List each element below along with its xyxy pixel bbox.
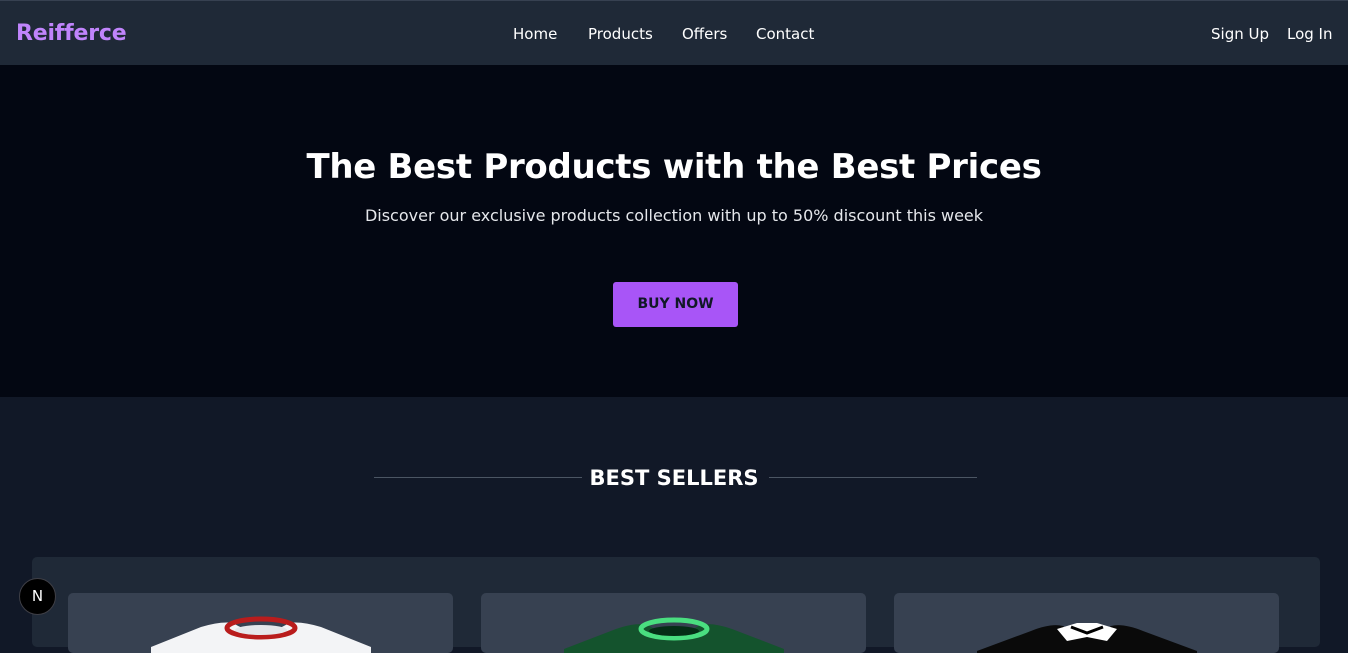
best-sellers-title: BEST SELLERS bbox=[589, 466, 759, 490]
brand-logo[interactable]: Reifferce bbox=[16, 19, 127, 49]
white-tshirt-red-collar-icon bbox=[150, 616, 371, 653]
product-card[interactable] bbox=[894, 593, 1279, 653]
nav-link-products[interactable]: Products bbox=[588, 24, 653, 44]
n-badge-button[interactable]: N bbox=[19, 578, 56, 615]
best-sellers-divider-right bbox=[769, 477, 977, 478]
green-tshirt-neon-collar-icon bbox=[563, 617, 784, 653]
nav-link-offers[interactable]: Offers bbox=[682, 24, 727, 44]
hero-title: The Best Products with the Best Prices bbox=[306, 147, 1042, 187]
buy-now-button[interactable]: BUY NOW bbox=[613, 282, 738, 327]
hero-subtitle: Discover our exclusive products collecti… bbox=[364, 206, 984, 225]
nav-link-contact[interactable]: Contact bbox=[756, 24, 814, 44]
hero-section: The Best Products with the Best Prices D… bbox=[0, 65, 1348, 397]
navbar: Reifferce Home Products Offers Contact S… bbox=[0, 0, 1348, 65]
nav-link-home[interactable]: Home bbox=[513, 24, 557, 44]
black-white-tshirt-icon bbox=[976, 623, 1197, 653]
product-card[interactable] bbox=[481, 593, 866, 653]
sign-up-link[interactable]: Sign Up bbox=[1211, 24, 1269, 44]
product-card[interactable] bbox=[68, 593, 453, 653]
log-in-link[interactable]: Log In bbox=[1287, 24, 1333, 44]
